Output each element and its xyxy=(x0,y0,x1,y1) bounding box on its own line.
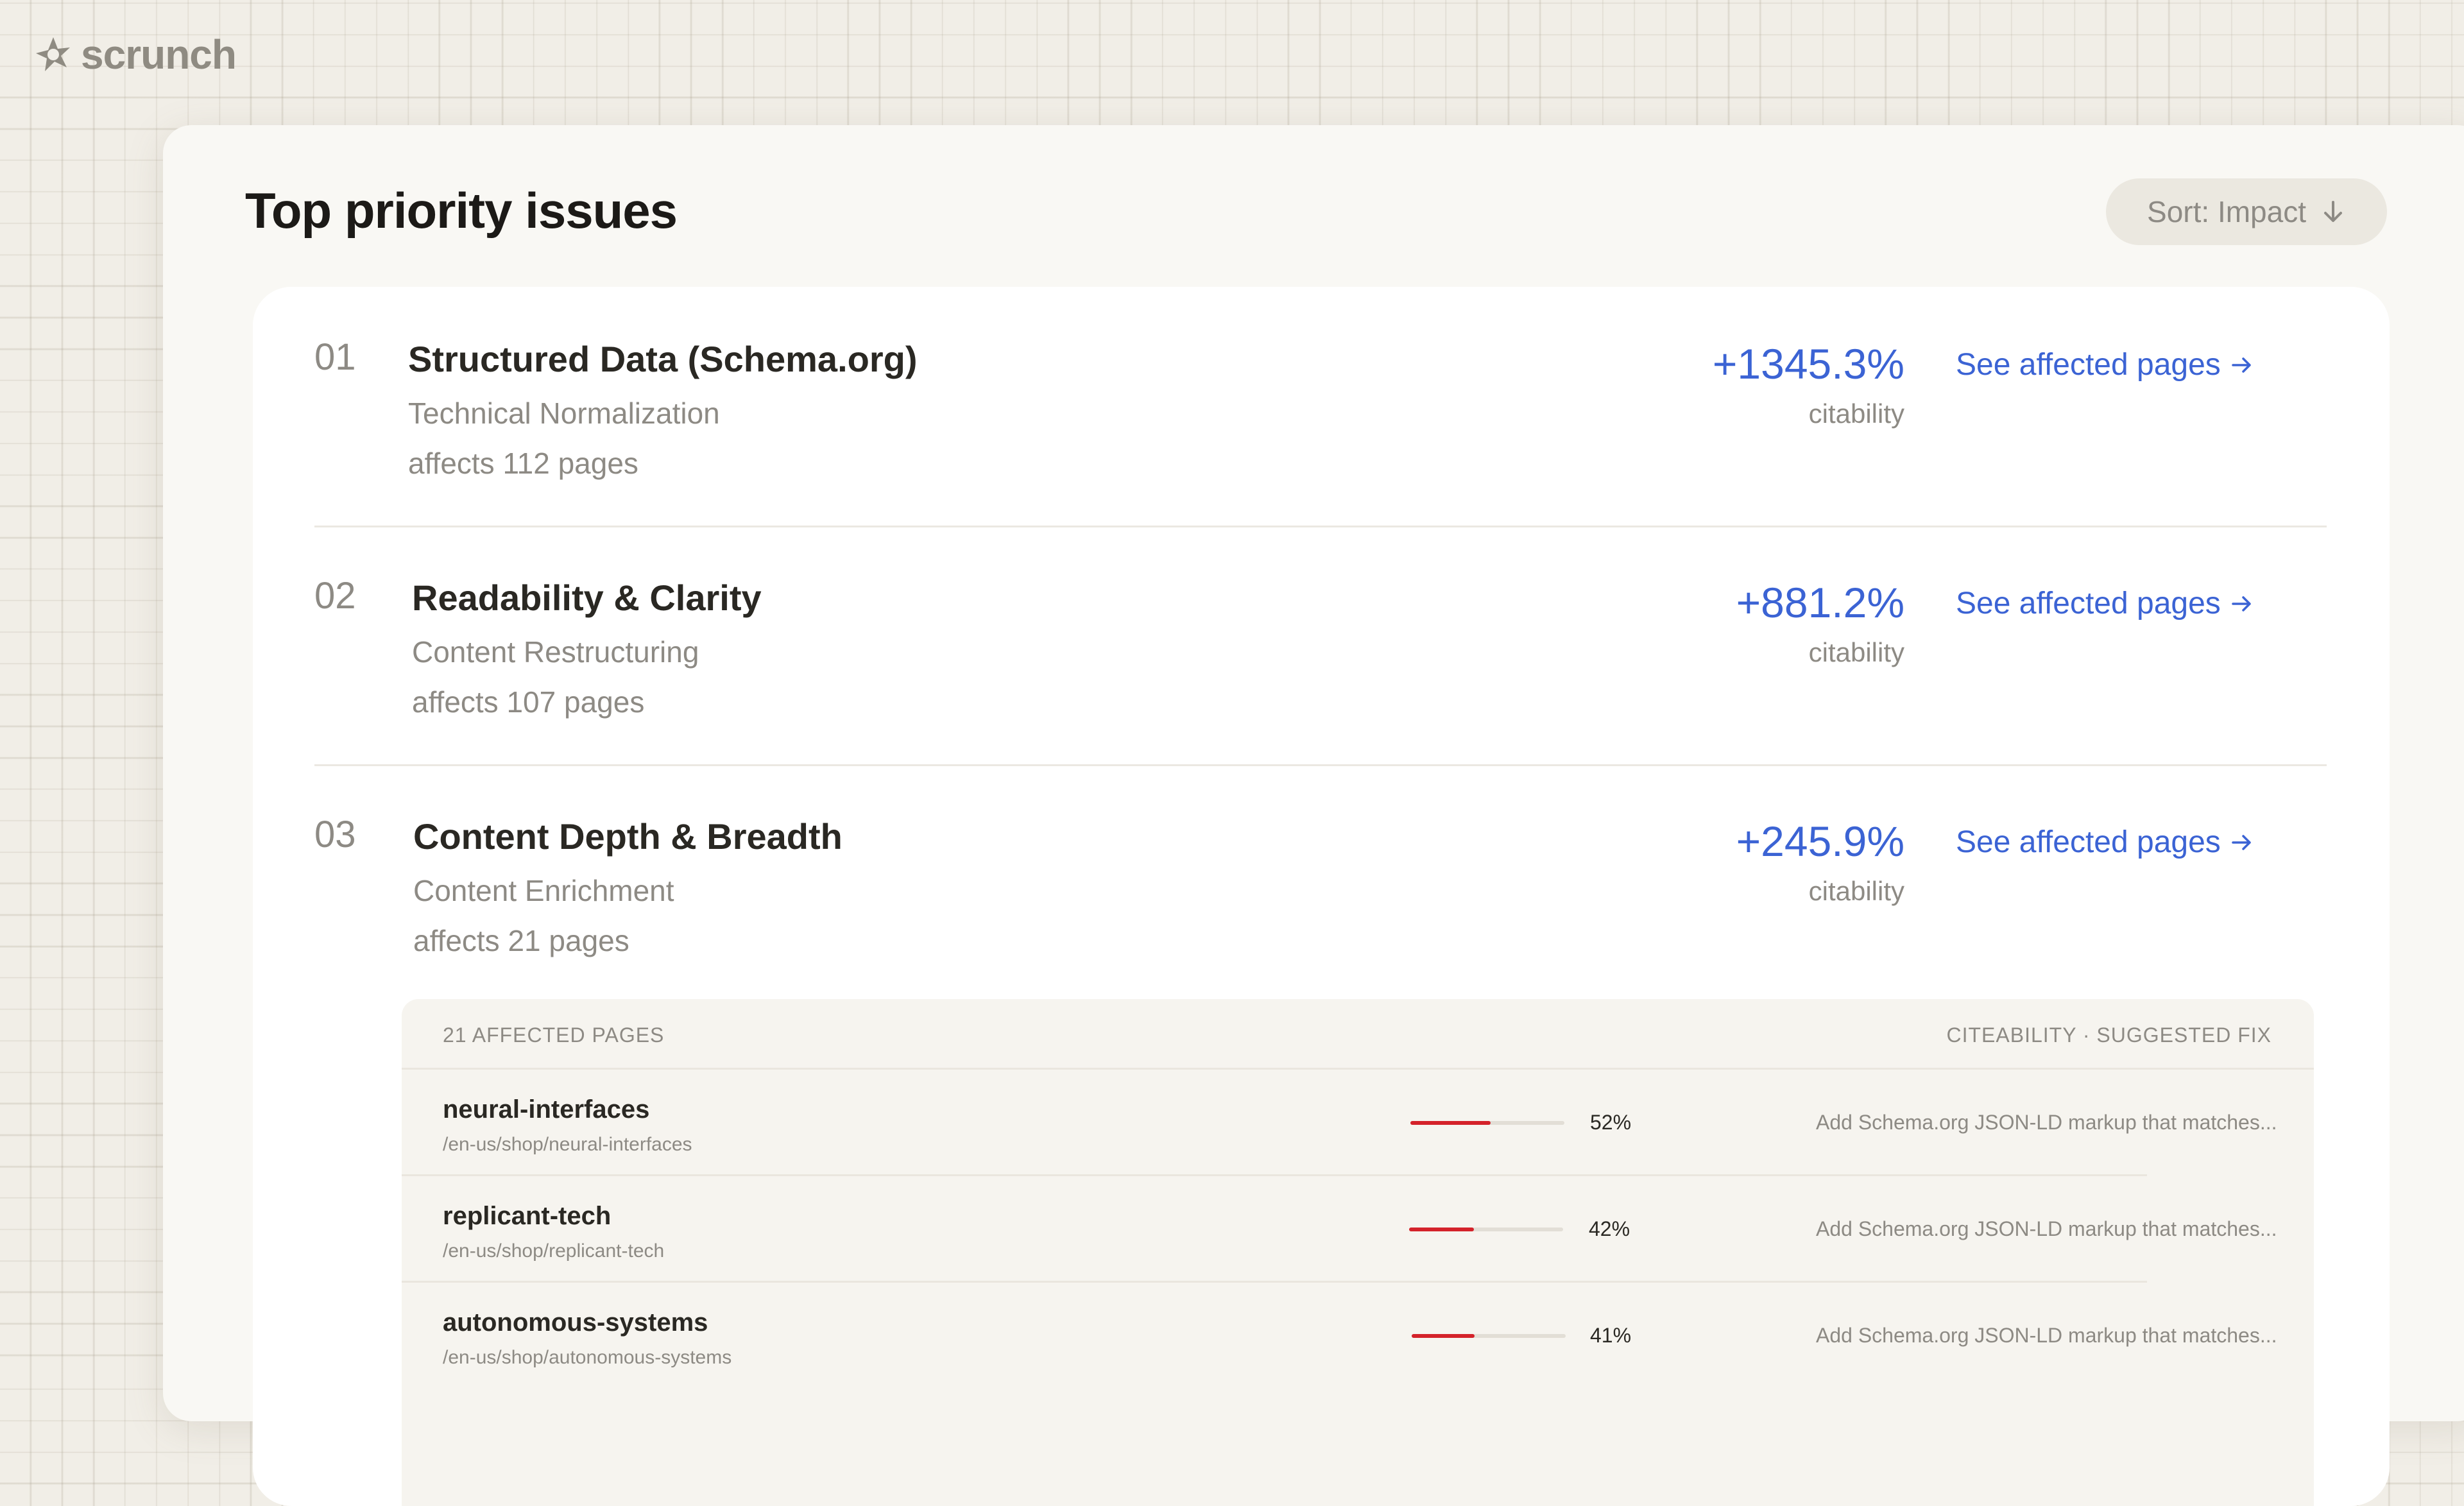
issue-item: 03 Content Depth & Breadth Content Enric… xyxy=(314,764,2327,1003)
suggested-fix: Add Schema.org JSON-LD markup that match… xyxy=(1816,1324,2277,1347)
citability-label: citability xyxy=(1808,637,1904,667)
priority-issues-panel: Top priority issues Sort: Impact 01 Stru… xyxy=(163,125,2464,1506)
citeability-bar-fill xyxy=(1412,1334,1475,1338)
citeability-bar-fill xyxy=(1410,1121,1491,1125)
citeability-percent: 42% xyxy=(1589,1217,1630,1240)
page-slug: neural-interfaces xyxy=(443,1095,650,1124)
affected-pages-columns: CITEABILITY · SUGGESTED FIX xyxy=(1946,1023,2272,1047)
citeability-bar-fill xyxy=(1409,1228,1474,1231)
citability-label: citability xyxy=(1808,876,1904,906)
brand-name: scrunch xyxy=(81,31,237,78)
citability-value: +245.9% xyxy=(1736,817,1904,865)
affected-pages-header: 21 AFFECTED PAGES CITEABILITY · SUGGESTE… xyxy=(402,999,2314,1070)
sort-label: Sort: Impact xyxy=(2147,195,2306,228)
citeability-percent: 41% xyxy=(1590,1324,1632,1347)
affected-pages-count: 21 AFFECTED PAGES xyxy=(443,1023,665,1047)
issue-category: Content Enrichment xyxy=(413,874,674,907)
page-slug: replicant-tech xyxy=(443,1202,612,1230)
issue-number: 01 xyxy=(314,336,356,378)
citeability-percent: 52% xyxy=(1590,1111,1632,1134)
issue-number: 02 xyxy=(314,575,356,617)
issue-title: Content Depth & Breadth xyxy=(413,816,843,857)
arrow-right-icon xyxy=(2232,834,2251,850)
suggested-fix: Add Schema.org JSON-LD markup that match… xyxy=(1816,1217,2277,1240)
citability-value: +881.2% xyxy=(1736,579,1904,626)
affected-page-row[interactable]: autonomous-systems /en-us/shop/autonomou… xyxy=(402,1283,2277,1389)
issue-number: 03 xyxy=(314,814,356,855)
page-path: /en-us/shop/replicant-tech xyxy=(443,1240,665,1262)
link-label: See affected pages xyxy=(1956,825,2221,859)
suggested-fix: Add Schema.org JSON-LD markup that match… xyxy=(1816,1111,2277,1134)
issue-title: Structured Data (Schema.org) xyxy=(408,339,918,379)
page-slug: autonomous-systems xyxy=(443,1308,708,1337)
issue-title: Readability & Clarity xyxy=(412,578,762,618)
arrow-down-icon xyxy=(2323,201,2342,222)
issue-affects: affects 21 pages xyxy=(413,924,629,957)
see-affected-pages-link[interactable]: See affected pages xyxy=(1956,825,2254,860)
see-affected-pages-link[interactable]: See affected pages xyxy=(1956,586,2254,621)
link-label: See affected pages xyxy=(1956,348,2221,382)
citability-label: citability xyxy=(1808,398,1904,429)
citeability-bar xyxy=(1409,1228,1563,1231)
issue-item: 02 Readability & Clarity Content Restruc… xyxy=(314,526,2327,766)
issue-item: 01 Structured Data (Schema.org) Technica… xyxy=(314,287,2327,527)
page-path: /en-us/shop/neural-interfaces xyxy=(443,1134,692,1155)
issue-category: Content Restructuring xyxy=(412,635,699,669)
brand-logo[interactable]: scrunch xyxy=(35,31,237,78)
arrow-right-icon xyxy=(2232,595,2251,612)
see-affected-pages-link[interactable]: See affected pages xyxy=(1956,347,2254,382)
citeability-bar xyxy=(1410,1121,1564,1125)
issue-affects: affects 107 pages xyxy=(412,685,645,719)
citability-value: +1345.3% xyxy=(1712,340,1904,388)
link-label: See affected pages xyxy=(1956,586,2221,620)
sort-button[interactable]: Sort: Impact xyxy=(2106,178,2387,245)
affected-pages-table: 21 AFFECTED PAGES CITEABILITY · SUGGESTE… xyxy=(402,999,2314,1506)
affected-page-row[interactable]: replicant-tech /en-us/shop/replicant-tec… xyxy=(402,1176,2277,1283)
arrow-right-icon xyxy=(2232,357,2251,373)
citeability-bar xyxy=(1412,1334,1566,1338)
issue-category: Technical Normalization xyxy=(408,397,720,430)
affected-page-row[interactable]: neural-interfaces /en-us/shop/neural-int… xyxy=(402,1070,2277,1176)
scrunch-logo-icon xyxy=(36,37,70,71)
issue-affects: affects 112 pages xyxy=(408,447,638,480)
issues-card: 01 Structured Data (Schema.org) Technica… xyxy=(253,287,2390,1506)
page-path: /en-us/shop/autonomous-systems xyxy=(443,1347,732,1368)
page-title: Top priority issues xyxy=(245,182,678,239)
